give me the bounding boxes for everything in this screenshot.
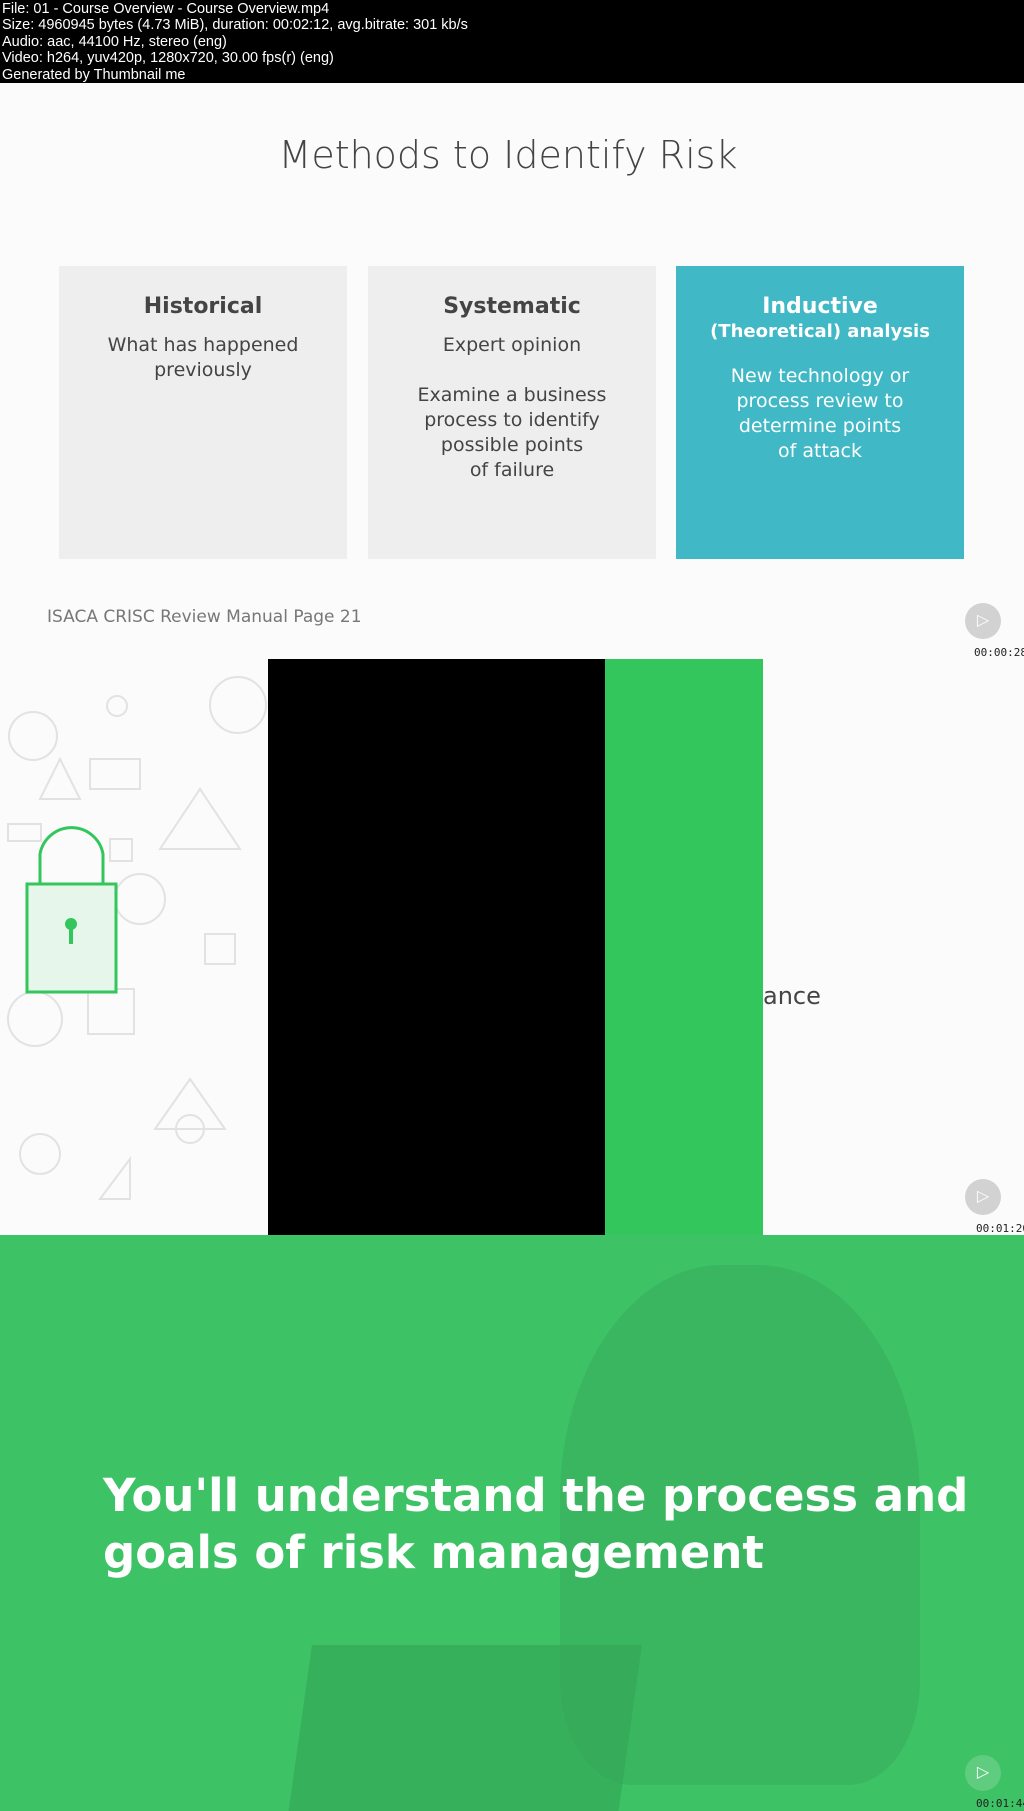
security-icons-pattern [7,676,267,1200]
card-body: Expert opinion Examine a business proces… [417,334,607,481]
play-logo-icon: ▷ [965,1755,1001,1791]
thumbnail-frame-1: Methods to Identify Risk Historical What… [0,83,1024,659]
audio-line: Audio: aac, 44100 Hz, stereo (eng) [2,33,227,50]
file-line: File: 01 - Course Overview - Course Over… [2,1,330,17]
card-subtitle: (Theoretical) analysis [710,321,930,342]
card-body: New technology or process review to dete… [730,365,910,462]
card-title: Inductive [762,294,878,319]
black-transition-bar [268,659,605,1235]
timestamp: 00:01:44 [976,1797,1024,1810]
laptop-shape [288,1645,642,1811]
thumbnail-frame-3: You'll understand the process and goals … [0,1235,1024,1811]
generator-line: Generated by Thumbnail me [2,66,186,83]
card-inductive: Inductive (Theoretical) analysis New tec… [676,266,964,559]
file-info-header: File: 01 - Course Overview - Course Over… [0,0,1024,83]
thumbnail-frame-2: ance ▷ 00:01:20 [0,659,1024,1235]
play-logo-icon: ▷ [965,1179,1001,1215]
play-logo-icon: ▷ [965,603,1001,639]
partial-slide-text: ance [763,982,821,1010]
card-historical: Historical What has happened previously [59,266,347,559]
timestamp: 00:01:20 [976,1222,1024,1235]
green-transition-bar [605,659,763,1235]
card-body: What has happened previously [107,334,299,381]
slide-footer: ISACA CRISC Review Manual Page 21 [47,607,362,627]
card-systematic: Systematic Expert opinion Examine a busi… [368,266,656,559]
card-title: Systematic [443,294,581,319]
video-line: Video: h264, yuv420p, 1280x720, 30.00 fp… [2,50,334,67]
timestamp: 00:00:28 [974,646,1024,659]
size-line: Size: 4960945 bytes (4.73 MiB), duration… [2,17,468,34]
headline: You'll understand the process and goals … [103,1469,969,1579]
card-title: Historical [143,294,263,319]
slide-title: Methods to Identify Risk [278,133,738,177]
